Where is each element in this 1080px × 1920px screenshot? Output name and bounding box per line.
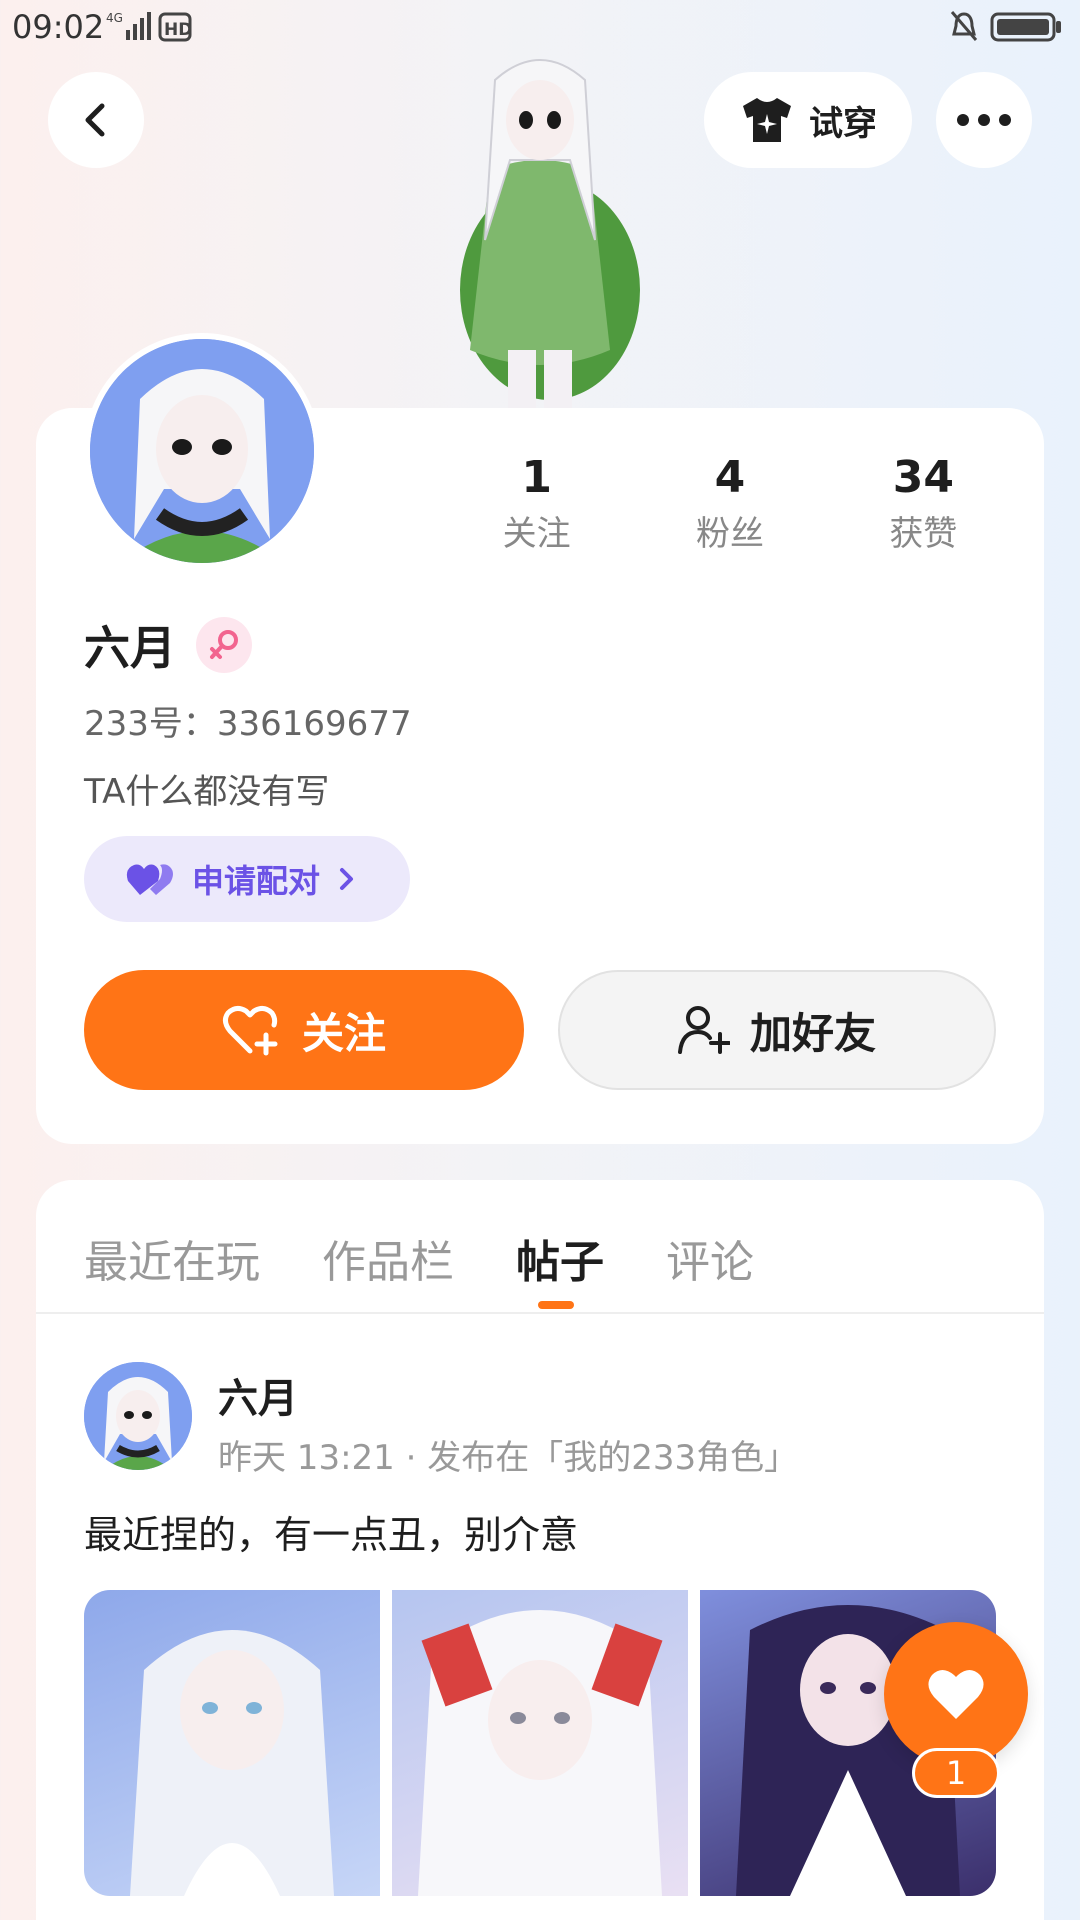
battery-icon xyxy=(950,11,1061,42)
more-dots-icon xyxy=(957,114,1011,126)
svg-text:HD: HD xyxy=(164,20,192,40)
tab-divider xyxy=(36,1312,1044,1314)
user-id: 233号：336169677 xyxy=(84,704,412,744)
profile-tabs: 最近在玩 作品栏 帖子 评论 xyxy=(84,1218,816,1298)
stat-label: 粉丝 xyxy=(695,514,764,554)
follow-button[interactable]: 关注 xyxy=(84,970,524,1090)
post-image[interactable] xyxy=(392,1590,688,1896)
heart-plus-icon xyxy=(222,1005,278,1056)
name-row: 六月 xyxy=(84,612,252,678)
profile-name: 六月 xyxy=(84,621,176,675)
signal-icon: 4G HD xyxy=(106,11,192,42)
stat-number: 4 xyxy=(714,452,746,503)
like-button[interactable] xyxy=(884,1622,1028,1766)
active-tab-indicator xyxy=(538,1301,574,1309)
stat-number: 1 xyxy=(521,452,552,503)
chevron-right-icon xyxy=(340,868,354,890)
try-on-button[interactable]: 试穿 xyxy=(704,72,912,168)
post-author-avatar[interactable] xyxy=(84,1362,192,1470)
heart-icon xyxy=(928,1670,984,1719)
double-heart-icon xyxy=(126,864,173,895)
add-friend-label: 加好友 xyxy=(749,1008,876,1058)
try-on-label: 试穿 xyxy=(809,103,877,144)
follow-label: 关注 xyxy=(301,1008,386,1058)
back-button[interactable] xyxy=(48,72,144,168)
avatar-illustration xyxy=(84,1362,192,1470)
female-icon xyxy=(196,617,252,673)
more-button[interactable] xyxy=(936,72,1032,168)
stat-fans[interactable]: 4 粉丝 xyxy=(633,450,826,580)
stat-label: 关注 xyxy=(502,514,571,554)
post-text: 最近捏的，有一点丑，别介意 xyxy=(84,1513,579,1557)
add-user-icon xyxy=(677,1006,730,1054)
bio: TA什么都没有写 xyxy=(84,772,330,812)
post-meta: 昨天 13:21 · 发布在「我的233角色」 xyxy=(218,1438,799,1478)
stat-following[interactable]: 1 关注 xyxy=(440,450,633,580)
svg-text:4G: 4G xyxy=(106,11,123,25)
pair-request-button[interactable]: 申请配对 xyxy=(84,836,410,922)
stats-row: 1 关注 4 粉丝 34 获赞 xyxy=(440,450,1020,580)
like-count-badge: 1 xyxy=(912,1748,1000,1798)
post-image[interactable] xyxy=(84,1590,380,1896)
character-figure[interactable] xyxy=(420,50,660,410)
status-bar: 09:02 4G HD xyxy=(0,0,1080,54)
post-author-name[interactable]: 六月 xyxy=(218,1366,298,1424)
stat-label: 获赞 xyxy=(889,514,958,554)
chevron-left-icon xyxy=(85,103,105,137)
stat-likes[interactable]: 34 获赞 xyxy=(827,450,1020,580)
status-time: 09:02 xyxy=(12,8,105,46)
pair-request-label: 申请配对 xyxy=(192,862,321,900)
avatar-illustration xyxy=(90,339,314,563)
stat-number: 34 xyxy=(892,452,954,503)
tshirt-icon xyxy=(743,98,791,142)
tab-recently-played[interactable]: 最近在玩 xyxy=(84,1226,260,1290)
avatar[interactable] xyxy=(84,333,320,569)
tab-comments[interactable]: 评论 xyxy=(666,1226,754,1290)
tab-works[interactable]: 作品栏 xyxy=(322,1226,454,1290)
post-image-grid xyxy=(84,1590,996,1896)
tab-posts[interactable]: 帖子 xyxy=(516,1226,604,1290)
add-friend-button[interactable]: 加好友 xyxy=(558,970,996,1090)
